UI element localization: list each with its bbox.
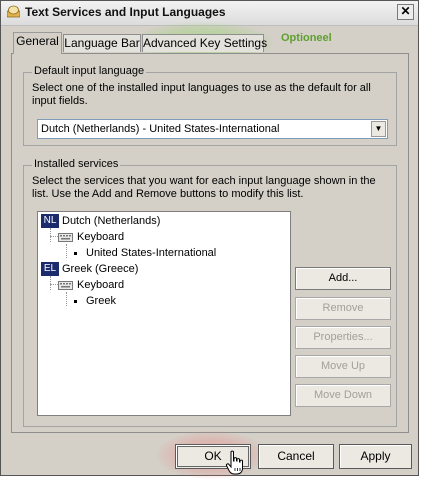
remove-button[interactable]: Remove <box>295 297 391 320</box>
add-button[interactable]: Add... <box>295 267 391 290</box>
tab-label: Language Bar <box>64 36 140 50</box>
tree-item-language[interactable]: NL Dutch (Netherlands) <box>41 213 160 229</box>
tree-connector <box>66 292 67 306</box>
keyboard-icon <box>58 281 73 291</box>
tree-item-label: Keyboard <box>77 231 125 243</box>
app-icon <box>7 5 20 18</box>
default-input-language-group: Default input language Select one of the… <box>23 65 397 146</box>
tree-item-label: Greek <box>86 295 116 307</box>
tree-item-layout[interactable]: United States-International <box>74 245 216 261</box>
chevron-down-icon[interactable]: ▼ <box>371 121 386 137</box>
bullet-icon <box>74 251 77 255</box>
close-icon: ✕ <box>400 4 411 18</box>
window-title: Text Services and Input Languages <box>25 5 226 19</box>
tree-item-category[interactable]: Keyboard <box>58 277 124 293</box>
installed-services-group: Installed services Select the services t… <box>23 158 397 427</box>
tree-item-label: Keyboard <box>77 279 125 291</box>
keyboard-icon <box>58 233 73 243</box>
tree-connector <box>50 284 58 285</box>
tree-connector <box>50 276 51 290</box>
tab-label: Advanced Key Settings <box>143 36 268 50</box>
apply-button[interactable]: Apply <box>339 444 412 469</box>
close-button[interactable]: ✕ <box>397 4 414 20</box>
tab-advanced-key-settings[interactable]: Advanced Key Settings <box>142 34 268 52</box>
text-services-dialog: Text Services and Input Languages ✕ Gene… <box>0 0 419 479</box>
optional-annotation: Optioneel <box>281 32 332 44</box>
language-badge: NL <box>41 214 59 229</box>
tree-item-label: Greek (Greece) <box>62 263 139 275</box>
group-legend: Installed services <box>32 158 121 170</box>
tree-item-label: United States-International <box>86 247 217 259</box>
group-description: Select the services that you want for ea… <box>32 175 376 200</box>
dropdown-value: Dutch (Netherlands) - United States-Inte… <box>41 123 280 135</box>
tree-item-language[interactable]: EL Greek (Greece) <box>41 261 138 277</box>
group-legend: Default input language <box>32 65 147 77</box>
tree-connector <box>66 244 67 258</box>
tree-item-label: Dutch (Netherlands) <box>62 215 161 227</box>
language-badge: EL <box>41 262 59 277</box>
services-tree[interactable]: NL Dutch (Netherlands) Keyboard United St… <box>37 211 291 416</box>
properties-button[interactable]: Properties... <box>295 326 391 349</box>
tree-connector <box>50 228 51 242</box>
tree-item-layout[interactable]: Greek <box>74 293 116 309</box>
general-tab-panel: Default input language Select one of the… <box>11 53 409 433</box>
tab-general[interactable]: General <box>13 32 62 54</box>
tab-language-bar[interactable]: Language Bar <box>63 34 141 52</box>
cancel-button[interactable]: Cancel <box>258 444 334 469</box>
move-down-button[interactable]: Move Down <box>295 384 391 407</box>
hand-cursor-icon <box>225 450 243 475</box>
tab-label: General <box>16 34 59 48</box>
bullet-icon <box>74 299 77 303</box>
default-language-dropdown[interactable]: Dutch (Netherlands) - United States-Inte… <box>37 119 388 139</box>
tree-item-category[interactable]: Keyboard <box>58 229 124 245</box>
tree-connector <box>50 236 58 237</box>
group-description: Select one of the installed input langua… <box>32 82 371 107</box>
move-up-button[interactable]: Move Up <box>295 355 391 378</box>
